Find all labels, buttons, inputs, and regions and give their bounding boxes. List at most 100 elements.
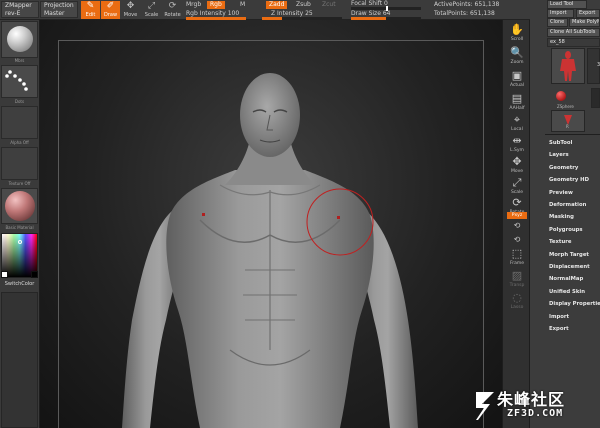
lasso-button[interactable]: ◌ Lasso: [505, 290, 529, 312]
alpha-label: Alpha Off: [10, 140, 29, 145]
watermark-name: 朱峰社区: [497, 390, 566, 409]
picker-cursor-icon: [18, 240, 22, 244]
actual-icon: ▣: [511, 69, 523, 82]
menu-item-preview[interactable]: Preview: [549, 190, 573, 196]
zsub-button[interactable]: Zsub: [296, 1, 311, 8]
material-label: Mbrs: [14, 58, 25, 63]
texture-label: Texture Off: [8, 181, 31, 186]
scale-view-icon: ⤢: [512, 176, 522, 189]
load-tool-button[interactable]: Load Tool: [547, 0, 587, 9]
menu-item-import[interactable]: Import: [549, 314, 569, 320]
dots-stroke-icon: [5, 70, 28, 91]
material-sphere-icon: [7, 26, 33, 52]
make-polymesh-button[interactable]: Make PolyMesh3D: [569, 18, 600, 27]
frame-button[interactable]: ⬚ Frame: [505, 246, 529, 268]
xyz-button[interactable]: Pxyz: [507, 212, 527, 219]
total-points-readout: TotalPoints: 651,138: [434, 10, 495, 17]
rotate-view-icon: ⟳: [512, 196, 522, 209]
projection-label: Projection: [44, 2, 74, 9]
watermark-site: ZF3D.COM: [507, 408, 564, 419]
menu-item-display-properties[interactable]: Display Properties: [549, 301, 600, 307]
material-button[interactable]: [1, 21, 38, 58]
zoom-button[interactable]: 🔍 Zoom: [505, 45, 529, 67]
lsym-button[interactable]: ⇹ L.Sym: [505, 133, 529, 155]
secondary-color-swatch[interactable]: [31, 271, 38, 278]
move-button[interactable]: ✥ Move: [121, 1, 140, 19]
transp-icon: ▨: [511, 269, 523, 282]
menu-item-geometry[interactable]: Geometry: [549, 165, 578, 171]
canvas-viewport[interactable]: [40, 20, 502, 428]
projection-master-button[interactable]: Projection Master: [40, 1, 78, 18]
rotate-y-button[interactable]: ⟲: [505, 220, 529, 232]
menu-item-normalmap[interactable]: NormalMap: [549, 276, 583, 282]
current-tool-thumb[interactable]: [551, 48, 585, 84]
palette-divider: [545, 134, 600, 135]
draw-icon: ✐: [106, 1, 115, 11]
rotate-y-icon: ⟲: [513, 221, 521, 230]
rotate-z-button[interactable]: ⟲: [505, 234, 529, 246]
texture-button[interactable]: [1, 147, 38, 180]
move-icon: ✥: [126, 1, 135, 11]
scale-view-button[interactable]: ⤢ Scale: [505, 175, 529, 197]
zsphere-icon: [556, 91, 566, 101]
local-icon: ⌖: [513, 113, 521, 126]
rgb-button[interactable]: Rgb: [207, 1, 225, 9]
local-button[interactable]: ⌖ Local: [505, 112, 529, 134]
menu-item-morph-target[interactable]: Morph Target: [549, 252, 589, 258]
polymesh-thumb[interactable]: [591, 88, 600, 108]
stroke-button[interactable]: [1, 65, 38, 98]
edit-icon: ✎: [86, 1, 95, 11]
menu-item-layers[interactable]: Layers: [549, 152, 569, 158]
main-color-swatch[interactable]: [1, 271, 8, 278]
export-button[interactable]: Export: [576, 9, 600, 18]
menu-item-geometry-hd[interactable]: Geometry HD: [549, 177, 589, 183]
r-label: R: [566, 124, 569, 129]
zmapper-label: ZMapper: [5, 2, 32, 9]
move-view-icon: ✥: [512, 155, 522, 168]
zsphere-label: ZSphere: [557, 104, 574, 109]
actual-button[interactable]: ▣ Actual: [505, 68, 529, 90]
menu-item-polygroups[interactable]: Polygroups: [549, 227, 583, 233]
mrgb-button[interactable]: Mrgb: [186, 1, 201, 8]
menu-item-texture[interactable]: Texture: [549, 239, 571, 245]
rotate-button[interactable]: ⟳ Rotate: [163, 1, 182, 19]
move-view-button[interactable]: ✥ Move: [505, 154, 529, 176]
left-shelf: Mbrs Dots Alpha Off Texture Off Basic Ma…: [0, 20, 40, 428]
scale-button[interactable]: ⤢ Scale: [142, 1, 161, 19]
import-button[interactable]: Import: [547, 9, 574, 18]
menu-item-unified-skin[interactable]: Unified Skin: [549, 289, 585, 295]
m-button[interactable]: M: [240, 1, 245, 8]
menu-item-displacement[interactable]: Displacement: [549, 264, 590, 270]
zcut-button[interactable]: Zcut: [322, 1, 336, 8]
stroke-label: Dots: [14, 99, 25, 104]
zmapper-button[interactable]: ZMapper rev-E: [1, 1, 39, 18]
menu-item-deformation[interactable]: Deformation: [549, 202, 586, 208]
master-label: Master: [44, 10, 65, 17]
rotate-z-icon: ⟲: [513, 235, 521, 244]
edit-button[interactable]: ✎ Edit: [81, 1, 100, 19]
active-points-readout: ActivePoints: 651,138: [434, 1, 500, 8]
draw-size-label: Draw Size 64: [351, 10, 391, 17]
matcap-label: Basic Material: [5, 225, 34, 230]
scale-icon: ⤢: [147, 1, 156, 11]
menu-item-export[interactable]: Export: [549, 326, 569, 332]
alpha-button[interactable]: [1, 106, 38, 139]
clone-button[interactable]: Clone: [547, 18, 568, 27]
aahalf-icon: ▤: [511, 92, 523, 105]
scroll-button[interactable]: ✋ Scroll: [505, 22, 529, 44]
lasso-icon: ◌: [512, 291, 522, 304]
symmetry-icon: ⇹: [512, 134, 522, 147]
zadd-button[interactable]: Zadd: [266, 1, 288, 9]
matcap-sphere-icon: [5, 191, 35, 221]
transp-button[interactable]: ▨ Transp: [505, 268, 529, 290]
menu-item-masking[interactable]: Masking: [549, 214, 574, 220]
draw-button[interactable]: ✐ Draw: [101, 1, 120, 19]
aahalf-button[interactable]: ▤ AAHalf: [505, 91, 529, 113]
switch-color-button[interactable]: SwitchColor: [1, 281, 38, 287]
left-shelf-empty: [1, 292, 38, 428]
menu-item-subtool[interactable]: SubTool: [549, 140, 572, 146]
clone-all-subtools-button[interactable]: Clone All SubTools: [547, 28, 600, 37]
matcap-button[interactable]: [1, 188, 38, 224]
rev-label: rev-E: [5, 10, 21, 17]
sculpt-model[interactable]: [40, 20, 502, 428]
